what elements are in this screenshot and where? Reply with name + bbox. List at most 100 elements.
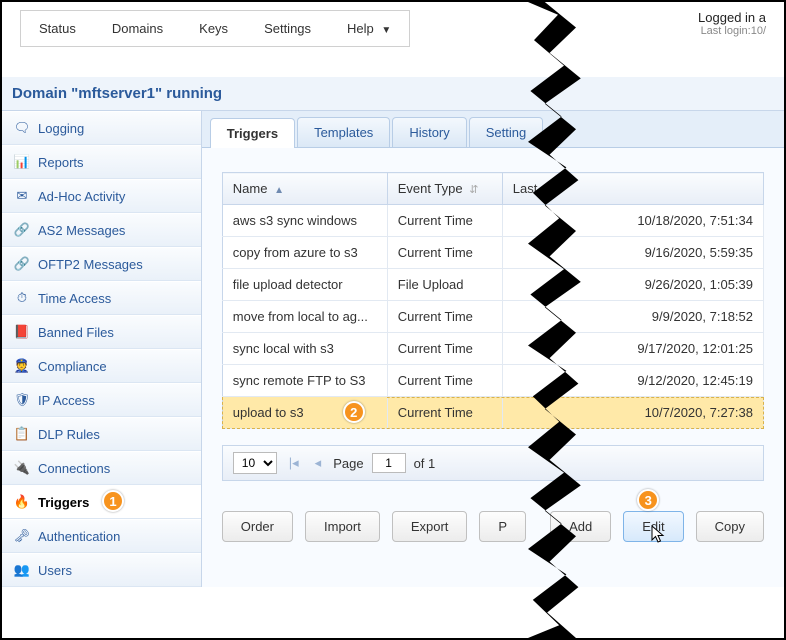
cell-event: File Upload xyxy=(387,269,502,301)
main-panel: Triggers Templates History Setting Name … xyxy=(202,111,784,587)
table-row[interactable]: aws s3 sync windows Current Time 10/18/2… xyxy=(222,205,763,237)
p-button[interactable]: P xyxy=(479,511,526,542)
plug-icon: 🔌 xyxy=(14,460,30,476)
cell-name: move from local to ag... xyxy=(222,301,387,333)
sidebar-item-label: Banned Files xyxy=(38,325,114,340)
menu-settings[interactable]: Settings xyxy=(246,11,329,46)
login-line1: Logged in a xyxy=(698,10,766,25)
sidebar-item-label: Time Access xyxy=(38,291,111,306)
sidebar-item-triggers[interactable]: 🔥 Triggers 1 xyxy=(2,485,201,519)
menu-status[interactable]: Status xyxy=(21,11,94,46)
sidebar-item-label: DLP Rules xyxy=(38,427,100,442)
officer-icon: 👮 xyxy=(14,358,30,374)
sidebar-item-users[interactable]: 👥 Users xyxy=(2,553,201,587)
table-row[interactable]: move from local to ag... Current Time 9/… xyxy=(222,301,763,333)
sidebar-item-label: Ad-Hoc Activity xyxy=(38,189,125,204)
export-button[interactable]: Export xyxy=(392,511,468,542)
sidebar-item-ipaccess[interactable]: 🛡 IP Access xyxy=(2,383,201,417)
table-row[interactable]: sync local with s3 Current Time 9/17/202… xyxy=(222,333,763,365)
col-event[interactable]: Event Type ⇵ xyxy=(387,173,502,205)
cell-event: Current Time xyxy=(387,365,502,397)
link-icon: 🔗 xyxy=(14,222,30,238)
chart-icon: 📊 xyxy=(14,154,30,170)
col-name[interactable]: Name ▲ xyxy=(222,173,387,205)
action-buttons: Order Import Export P Add 3 Edit Copy xyxy=(202,481,784,542)
cursor-icon xyxy=(651,525,667,545)
pager-page-label: Page xyxy=(333,456,363,471)
sidebar-item-label: Logging xyxy=(38,121,84,136)
cell-name: upload to s3 2 xyxy=(222,397,387,429)
cell-name: aws s3 sync windows xyxy=(222,205,387,237)
page-size-select[interactable]: 10 xyxy=(233,452,277,474)
callout-marker-3: 3 xyxy=(637,489,659,511)
cell-event: Current Time xyxy=(387,333,502,365)
tab-triggers[interactable]: Triggers xyxy=(210,118,295,148)
cell-name: sync local with s3 xyxy=(222,333,387,365)
cell-event: Current Time xyxy=(387,237,502,269)
table-row[interactable]: file upload detector File Upload 9/26/20… xyxy=(222,269,763,301)
pager: 10 |◂ ◂ Page of 1 xyxy=(222,445,764,481)
cell-last: 10/18/2020, 7:51:34 xyxy=(502,205,763,237)
menu-domains[interactable]: Domains xyxy=(94,11,181,46)
sidebar-item-label: AS2 Messages xyxy=(38,223,125,238)
sidebar-item-label: Reports xyxy=(38,155,84,170)
sidebar-item-compliance[interactable]: 👮 Compliance xyxy=(2,349,201,383)
login-info: Logged in a Last login:10/ xyxy=(698,10,766,37)
sidebar-item-dlp[interactable]: 📋 DLP Rules xyxy=(2,417,201,451)
chevron-down-icon: ▼ xyxy=(381,25,391,36)
menu-help-label: Help xyxy=(347,21,374,36)
mail-icon: ✉ xyxy=(14,188,30,204)
sidebar-item-as2[interactable]: 🔗 AS2 Messages xyxy=(2,213,201,247)
tab-templates[interactable]: Templates xyxy=(297,117,390,147)
cell-event: Current Time xyxy=(387,205,502,237)
cell-name-text: upload to s3 xyxy=(233,405,304,420)
pager-of-label: of 1 xyxy=(414,456,436,471)
tab-bar: Triggers Templates History Setting xyxy=(202,111,784,148)
sidebar-item-timeaccess[interactable]: ⏱ Time Access xyxy=(2,281,201,315)
sort-icon: ⇵ xyxy=(469,184,478,196)
cell-name: file upload detector xyxy=(222,269,387,301)
main-menu: Status Domains Keys Settings Help ▼ xyxy=(20,10,410,47)
tab-history[interactable]: History xyxy=(392,117,466,147)
pager-page-input[interactable] xyxy=(372,453,406,473)
shield-icon: 🛡 xyxy=(14,392,30,408)
table-row-selected[interactable]: upload to s3 2 Current Time 10/7/2020, 7… xyxy=(222,397,763,429)
sidebar-item-auth[interactable]: 🗝 Authentication xyxy=(2,519,201,553)
col-event-label: Event Type xyxy=(398,181,463,196)
cell-name: sync remote FTP to S3 xyxy=(222,365,387,397)
sidebar-item-reports[interactable]: 📊 Reports xyxy=(2,145,201,179)
sidebar-item-banned[interactable]: 📕 Banned Files xyxy=(2,315,201,349)
callout-marker-1: 1 xyxy=(102,490,124,512)
col-last-label: Last xyxy=(513,181,538,196)
pager-first-icon[interactable]: |◂ xyxy=(285,455,303,471)
callout-marker-2: 2 xyxy=(343,401,365,423)
copy-button[interactable]: Copy xyxy=(696,511,764,542)
table-row[interactable]: sync remote FTP to S3 Current Time 9/12/… xyxy=(222,365,763,397)
clock-icon: ⏱ xyxy=(14,290,30,306)
cell-event: Current Time xyxy=(387,397,502,429)
sidebar-item-oftp2[interactable]: 🔗 OFTP2 Messages xyxy=(2,247,201,281)
sort-asc-icon: ▲ xyxy=(274,185,284,196)
menu-keys[interactable]: Keys xyxy=(181,11,246,46)
sidebar-item-logging[interactable]: 🗨 Logging xyxy=(2,111,201,145)
order-button[interactable]: Order xyxy=(222,511,293,542)
chat-icon: 🗨 xyxy=(14,120,30,136)
sidebar-item-adhoc[interactable]: ✉ Ad-Hoc Activity xyxy=(2,179,201,213)
sidebar-item-label: Connections xyxy=(38,461,110,476)
sidebar-item-label: Triggers xyxy=(38,495,89,510)
menu-help[interactable]: Help ▼ xyxy=(329,11,409,46)
sidebar-item-label: Authentication xyxy=(38,529,120,544)
sidebar-item-connections[interactable]: 🔌 Connections xyxy=(2,451,201,485)
sidebar: 🗨 Logging 📊 Reports ✉ Ad-Hoc Activity 🔗 … xyxy=(2,111,202,587)
clipboard-icon: 📋 xyxy=(14,426,30,442)
cell-event: Current Time xyxy=(387,301,502,333)
cell-name: copy from azure to s3 xyxy=(222,237,387,269)
sidebar-item-label: IP Access xyxy=(38,393,95,408)
table-row[interactable]: copy from azure to s3 Current Time 9/16/… xyxy=(222,237,763,269)
sidebar-item-label: Compliance xyxy=(38,359,107,374)
import-button[interactable]: Import xyxy=(305,511,380,542)
link-icon: 🔗 xyxy=(14,256,30,272)
pager-prev-icon[interactable]: ◂ xyxy=(311,455,326,471)
users-icon: 👥 xyxy=(14,562,30,578)
book-icon: 📕 xyxy=(14,324,30,340)
